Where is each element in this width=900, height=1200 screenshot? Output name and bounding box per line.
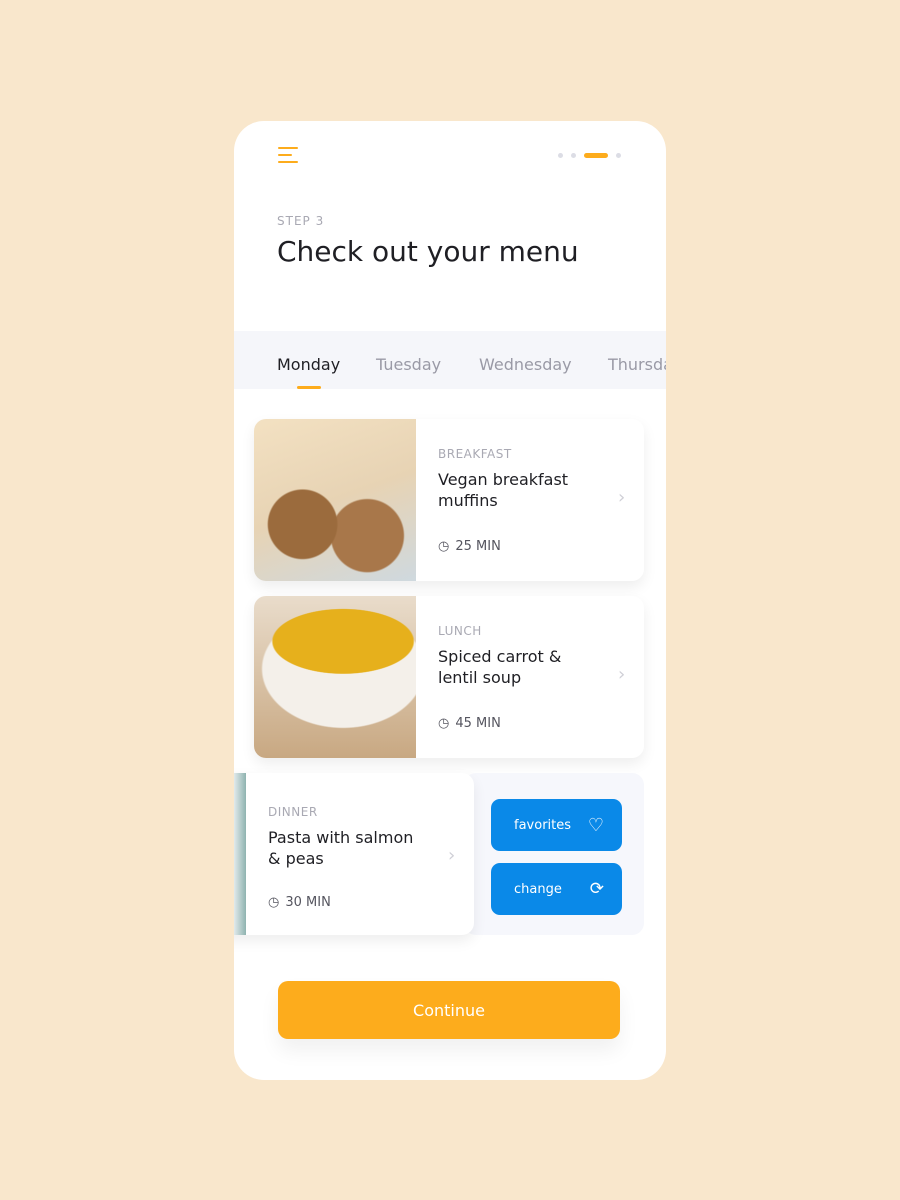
meal-type: LUNCH	[438, 624, 482, 638]
meal-type: DINNER	[268, 805, 318, 819]
cook-time-value: 30 MIN	[285, 895, 331, 910]
favorites-button[interactable]: favorites ♡	[491, 799, 622, 851]
refresh-icon: ⟳	[589, 879, 604, 899]
meal-type: BREAKFAST	[438, 447, 512, 461]
step-label: STEP 3	[277, 214, 325, 228]
continue-button[interactable]: Continue	[278, 981, 620, 1039]
tab-wednesday[interactable]: Wednesday	[479, 355, 572, 374]
clock-icon: ◷	[268, 895, 280, 910]
cook-time: ◷ 25 MIN	[438, 539, 501, 554]
progress-dots	[558, 153, 621, 158]
cook-time: ◷ 45 MIN	[438, 716, 501, 731]
tab-tuesday[interactable]: Tuesday	[376, 355, 441, 374]
phone-screen: STEP 3 Check out your menu Monday Tuesda…	[234, 121, 666, 1080]
favorites-label: favorites	[514, 817, 572, 833]
dinner-photo	[234, 773, 246, 935]
day-tabs: Monday Tuesday Wednesday Thursday	[234, 331, 666, 389]
breakfast-photo	[254, 419, 416, 581]
meal-card-breakfast[interactable]: BREAKFAST Vegan breakfast muffins ◷ 25 MI…	[254, 419, 644, 581]
change-button[interactable]: change ⟳	[491, 863, 622, 915]
change-label: change	[514, 881, 562, 897]
progress-dot	[616, 153, 621, 158]
cook-time-value: 45 MIN	[455, 716, 501, 731]
meal-name: Spiced carrot & lentil soup	[438, 647, 562, 687]
page-title: Check out your menu	[277, 235, 579, 268]
meal-card-lunch[interactable]: LUNCH Spiced carrot & lentil soup ◷ 45 MI…	[254, 596, 644, 758]
meal-name: Vegan breakfast muffins	[438, 470, 569, 510]
progress-dot	[558, 153, 563, 158]
meal-name: Pasta with salmon & peas	[268, 828, 414, 868]
active-tab-indicator	[297, 386, 321, 389]
cook-time-value: 25 MIN	[455, 539, 501, 554]
progress-dot	[571, 153, 576, 158]
progress-dot-active	[584, 153, 608, 158]
chevron-right-icon: ›	[618, 664, 626, 685]
tab-thursday[interactable]: Thursday	[608, 355, 666, 374]
chevron-right-icon: ›	[448, 845, 456, 866]
clock-icon: ◷	[438, 539, 450, 554]
cook-time: ◷ 30 MIN	[268, 895, 331, 910]
hamburger-menu-icon[interactable]	[278, 147, 298, 163]
chevron-right-icon: ›	[618, 487, 626, 508]
heart-icon: ♡	[587, 814, 604, 836]
tab-monday[interactable]: Monday	[277, 355, 340, 374]
clock-icon: ◷	[438, 716, 450, 731]
meal-card-dinner[interactable]: DINNER Pasta with salmon & peas ◷ 30 MIN …	[234, 773, 474, 935]
lunch-photo	[254, 596, 416, 758]
